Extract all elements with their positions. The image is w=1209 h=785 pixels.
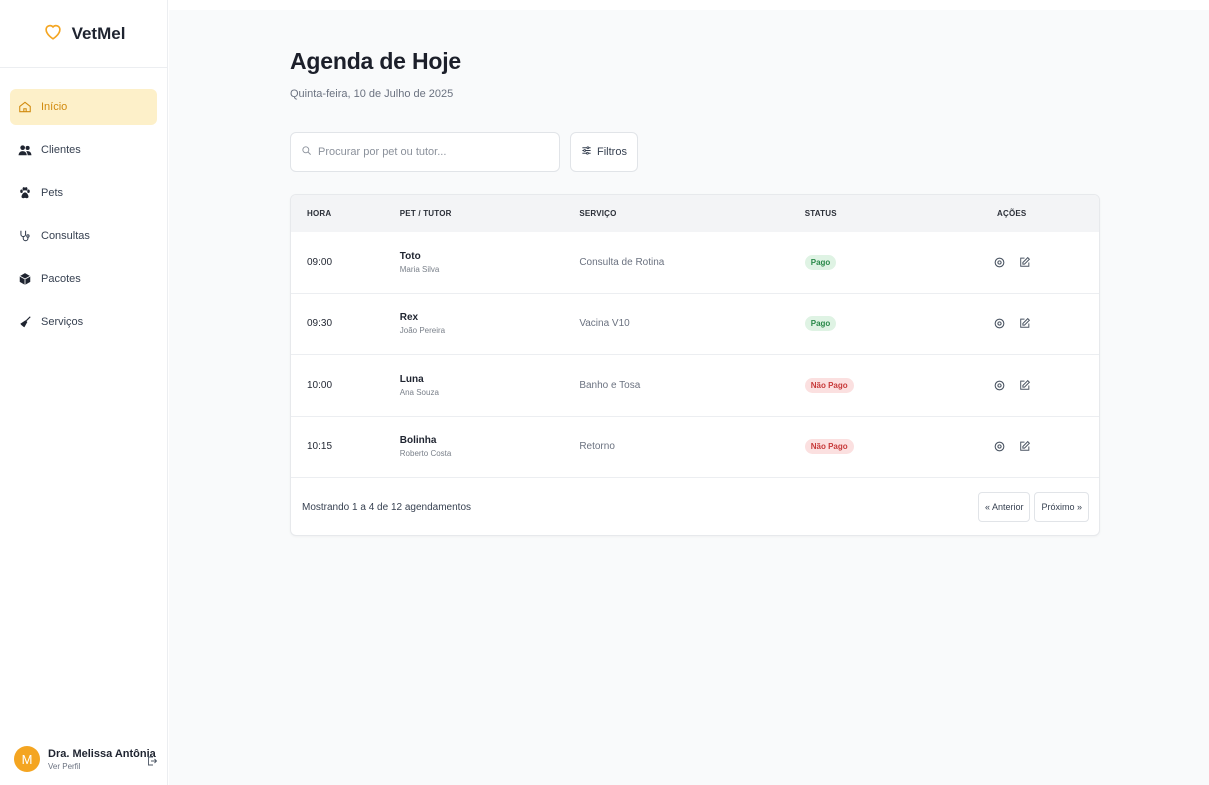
- page-date: Quinta-feira, 10 de Julho de 2025: [290, 88, 454, 100]
- search-box[interactable]: [290, 132, 560, 172]
- tutor-name: Maria Silva: [399, 264, 440, 274]
- edit-icon[interactable]: [1018, 256, 1031, 269]
- brand-name: VetMel: [71, 23, 126, 43]
- view-icon[interactable]: [993, 317, 1006, 330]
- paw-icon: [18, 186, 32, 200]
- user-profile[interactable]: M Dra. Melissa Antônia Ver Perfil: [0, 733, 168, 785]
- sidebar-item-label: Clientes: [41, 144, 81, 156]
- pet-name: Luna: [399, 373, 424, 385]
- sidebar-item-label: Serviços: [41, 316, 84, 328]
- header-acoes: AÇÕES: [997, 209, 1027, 218]
- edit-icon[interactable]: [1018, 379, 1031, 392]
- package-icon: [18, 272, 32, 286]
- heart-logo-icon: [42, 20, 64, 47]
- sidebar-item-label: Consultas: [41, 230, 90, 242]
- header-pet-tutor: PET / TUTOR: [399, 209, 452, 218]
- sidebar-item-clientes[interactable]: Clientes: [10, 132, 157, 168]
- service-name: Consulta de Rotina: [579, 256, 665, 268]
- user-name: Dra. Melissa Antônia: [48, 747, 156, 760]
- row-time: 10:00: [307, 379, 333, 391]
- header-servico: SERVIÇO: [579, 209, 617, 218]
- filters-button[interactable]: Filtros: [570, 132, 638, 172]
- pagination: « Anterior Próximo »: [977, 492, 1089, 522]
- view-profile-link[interactable]: Ver Perfil: [48, 762, 156, 771]
- sidebar-item-consultas[interactable]: Consultas: [10, 218, 157, 254]
- sidebar-item-servicos[interactable]: Serviços: [10, 304, 157, 340]
- sidebar-nav: Início Clientes Pets Consultas Pacotes S…: [0, 68, 167, 340]
- table-row: 09:30 Rex João Pereira Vacina V10 Pago: [291, 294, 1099, 355]
- table-row: 10:15 Bolinha Roberto Costa Retorno Não …: [291, 417, 1099, 478]
- status-badge: Pago: [804, 254, 837, 270]
- filters-label: Filtros: [597, 146, 627, 158]
- tutor-name: Roberto Costa: [399, 449, 452, 459]
- avatar[interactable]: M: [14, 746, 40, 772]
- tutor-name: Ana Souza: [399, 387, 439, 397]
- pet-name: Bolinha: [399, 435, 437, 447]
- pagination-summary: Mostrando 1 a 4 de 12 agendamentos: [302, 501, 472, 513]
- service-name: Vacina V10: [579, 318, 630, 330]
- appointments-table: HORA PET / TUTOR SERVIÇO STATUS AÇÕES 09…: [290, 194, 1100, 536]
- sidebar: VetMel Início Clientes Pets Consultas Pa…: [0, 0, 168, 785]
- edit-icon[interactable]: [1018, 317, 1031, 330]
- brand[interactable]: VetMel: [0, 0, 167, 68]
- row-time: 10:15: [307, 441, 333, 453]
- pet-name: Toto: [399, 250, 421, 262]
- next-page-button[interactable]: Próximo »: [1034, 492, 1089, 522]
- users-icon: [18, 143, 32, 157]
- edit-icon[interactable]: [1018, 440, 1031, 453]
- service-name: Retorno: [579, 441, 615, 453]
- home-icon: [18, 100, 32, 114]
- header-status: STATUS: [804, 209, 837, 218]
- logout-icon[interactable]: [146, 754, 158, 766]
- search-input[interactable]: [318, 146, 538, 158]
- previous-page-button[interactable]: « Anterior: [977, 492, 1031, 522]
- stethoscope-icon: [18, 229, 32, 243]
- sidebar-item-label: Início: [41, 101, 68, 113]
- view-icon[interactable]: [993, 256, 1006, 269]
- status-badge: Pago: [804, 316, 837, 332]
- page-title: Agenda de Hoje: [290, 48, 462, 74]
- table-row: 09:00 Toto Maria Silva Consulta de Rotin…: [291, 232, 1099, 294]
- table-row: 10:00 Luna Ana Souza Banho e Tosa Não Pa…: [291, 355, 1099, 417]
- sidebar-item-pacotes[interactable]: Pacotes: [10, 261, 157, 297]
- table-footer: Mostrando 1 a 4 de 12 agendamentos « Ant…: [291, 478, 1099, 535]
- row-time: 09:00: [307, 256, 333, 268]
- pet-name: Rex: [399, 312, 419, 324]
- sliders-icon: [581, 145, 592, 159]
- status-badge: Não Pago: [804, 377, 854, 393]
- sidebar-item-inicio[interactable]: Início: [10, 89, 157, 125]
- row-time: 09:30: [307, 318, 333, 330]
- sidebar-item-label: Pets: [41, 187, 64, 199]
- main-content: Agenda de Hoje Quinta-feira, 10 de Julho…: [169, 10, 1209, 785]
- tutor-name: João Pereira: [399, 326, 446, 336]
- status-badge: Não Pago: [804, 439, 854, 455]
- broom-icon: [18, 315, 32, 329]
- view-icon[interactable]: [993, 379, 1006, 392]
- search-icon: [301, 143, 312, 161]
- table-header: HORA PET / TUTOR SERVIÇO STATUS AÇÕES: [291, 195, 1099, 232]
- header-hora: HORA: [307, 209, 332, 218]
- sidebar-item-pets[interactable]: Pets: [10, 175, 157, 211]
- view-icon[interactable]: [993, 440, 1006, 453]
- sidebar-item-label: Pacotes: [41, 273, 81, 285]
- service-name: Banho e Tosa: [579, 379, 641, 391]
